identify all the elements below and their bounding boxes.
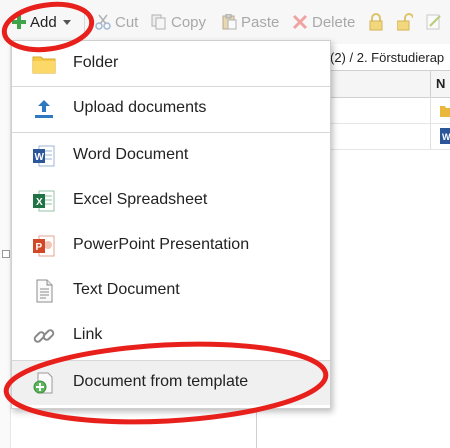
copy-icon: [151, 14, 166, 30]
menu-item-label: Document from template: [73, 373, 249, 390]
lock-icon: [369, 13, 383, 31]
table-row[interactable]: W: [330, 123, 450, 150]
paste-button[interactable]: Paste: [221, 12, 279, 32]
word-icon: W: [33, 145, 55, 167]
cut-button[interactable]: Cut: [95, 12, 138, 32]
column-divider: [430, 97, 431, 123]
chevron-down-icon: [62, 19, 71, 25]
cut-label: Cut: [115, 13, 139, 31]
column-header-row: N: [330, 70, 450, 98]
menu-item-label: Word Document: [73, 146, 189, 163]
menu-item-excel-spreadsheet[interactable]: X Excel Spreadsheet: [12, 179, 330, 223]
powerpoint-icon: P: [33, 235, 55, 257]
unlock-button[interactable]: [397, 12, 413, 32]
screen: Add Cut Copy Paste Delete (2) / 2. Först…: [0, 0, 450, 448]
scissors-icon: [95, 14, 111, 30]
edit-button[interactable]: [426, 12, 442, 32]
table-row[interactable]: [330, 97, 450, 124]
text-document-icon: [36, 279, 53, 303]
menu-item-label: PowerPoint Presentation: [73, 236, 250, 253]
menu-item-folder[interactable]: Folder: [12, 42, 330, 86]
add-label: Add: [30, 13, 57, 31]
delete-button[interactable]: Delete: [292, 12, 355, 32]
menu-divider: [12, 132, 330, 133]
add-dropdown-menu: Folder Upload documents W Word Document: [11, 40, 331, 409]
column-header-name[interactable]: N: [436, 76, 445, 91]
menu-item-label: Upload documents: [73, 99, 207, 116]
menu-item-label: Folder: [73, 54, 119, 71]
add-button[interactable]: Add: [12, 12, 71, 32]
menu-item-link[interactable]: Link: [12, 314, 330, 358]
lock-button[interactable]: [368, 12, 384, 32]
left-panel-edge: [0, 44, 11, 448]
menu-item-upload-documents[interactable]: Upload documents: [12, 87, 330, 131]
word-row-icon: W: [440, 128, 450, 144]
toolbar-divider: [84, 10, 85, 34]
svg-text:X: X: [36, 197, 43, 208]
template-icon: [33, 372, 53, 394]
breadcrumb[interactable]: (2) / 2. Förstudierap: [330, 50, 444, 65]
menu-item-label: Text Document: [73, 281, 180, 298]
column-divider: [430, 123, 431, 149]
excel-icon: X: [33, 190, 55, 212]
folder-icon: [32, 56, 56, 74]
expand-toggle-icon[interactable]: [2, 250, 10, 258]
edit-icon: [426, 14, 441, 30]
menu-item-word-document[interactable]: W Word Document: [12, 134, 330, 178]
svg-text:P: P: [36, 242, 43, 253]
unlock-icon: [397, 13, 413, 31]
upload-icon: [35, 100, 53, 118]
delete-label: Delete: [312, 13, 356, 31]
paste-label: Paste: [241, 13, 280, 31]
plus-icon: [12, 15, 26, 29]
copy-label: Copy: [171, 13, 207, 31]
link-icon: [33, 329, 55, 343]
menu-item-text-document[interactable]: Text Document: [12, 269, 330, 313]
column-divider: [430, 71, 431, 97]
svg-text:W: W: [35, 152, 45, 163]
paste-icon: [222, 14, 237, 30]
menu-item-powerpoint-presentation[interactable]: P PowerPoint Presentation: [12, 224, 330, 268]
menu-item-label: Excel Spreadsheet: [73, 191, 208, 208]
copy-button[interactable]: Copy: [151, 12, 206, 32]
menu-item-document-from-template[interactable]: Document from template: [12, 361, 330, 405]
delete-x-icon: [292, 14, 308, 30]
svg-text:W: W: [442, 132, 450, 142]
menu-item-label: Link: [73, 326, 103, 343]
folder-row-icon: [440, 106, 450, 117]
toolbar: Add Cut Copy Paste Delete: [0, 0, 450, 45]
